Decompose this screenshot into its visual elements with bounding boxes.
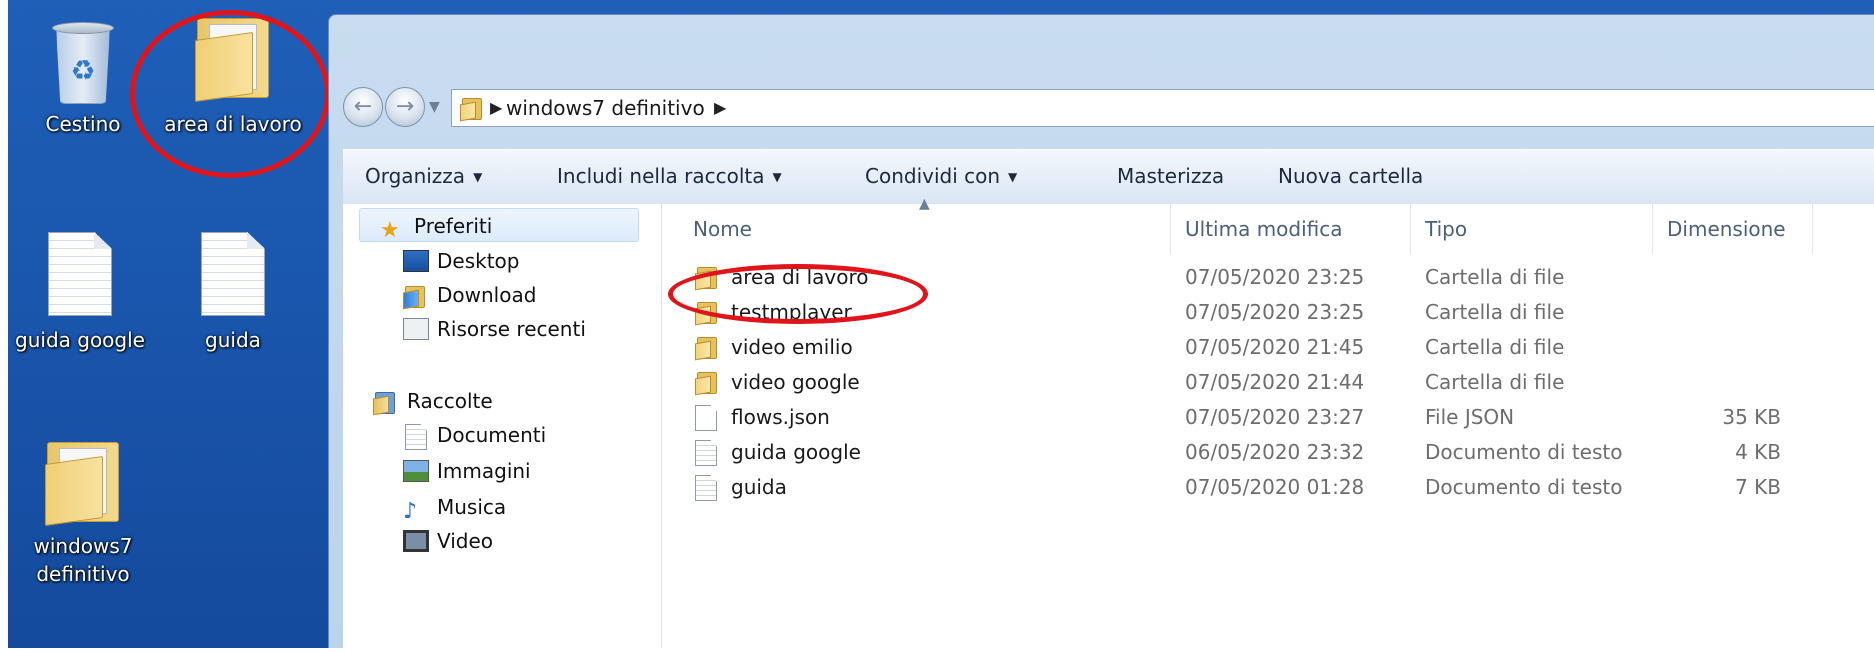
file-type-cell: Cartella di file <box>1425 300 1565 324</box>
file-name-cell: guida google <box>695 435 861 470</box>
annotation-circle <box>130 10 330 178</box>
file-name-cell: guida <box>695 470 787 505</box>
libraries-icon <box>373 390 399 416</box>
content-area: ★ Preferiti Desktop Download Risorse rece… <box>343 196 1874 649</box>
file-modified-cell: 06/05/2020 23:32 <box>1185 440 1365 464</box>
share-with-button[interactable]: Condividi con ▼ <box>865 164 1017 189</box>
recent-places-icon <box>403 318 429 340</box>
column-header-modified[interactable]: Ultima modifica <box>1171 204 1411 254</box>
column-header-size[interactable]: Dimensione <box>1653 204 1813 254</box>
screenshot-border <box>0 648 1874 652</box>
text-file-icon <box>695 440 719 466</box>
desktop-icon-label: windows7 definitivo <box>33 534 133 586</box>
desktop-icon-guida-google[interactable]: guida google <box>5 232 155 354</box>
folder-icon <box>695 370 719 396</box>
nav-item-libraries[interactable]: Raccolte <box>373 384 493 418</box>
column-header-name[interactable]: Nome <box>661 204 1171 254</box>
file-row[interactable]: guida 07/05/2020 01:28 Documento di test… <box>661 470 1874 505</box>
desktop-icon-label: guida <box>205 328 261 352</box>
nav-item-documents[interactable]: Documenti <box>403 418 546 452</box>
include-in-library-button[interactable]: Includi nella raccolta ▼ <box>557 164 782 189</box>
desktop-icon <box>403 250 429 272</box>
music-icon: ♪ <box>403 499 418 524</box>
file-type-cell: Cartella di file <box>1425 370 1565 394</box>
documents-icon <box>403 424 429 450</box>
column-header-type[interactable]: Tipo <box>1411 204 1653 254</box>
folder-icon <box>43 438 123 527</box>
file-row[interactable]: flows.json 07/05/2020 23:27 File JSON 35… <box>661 400 1874 435</box>
file-size-cell: 35 KB <box>1722 405 1781 429</box>
file-modified-cell: 07/05/2020 23:25 <box>1185 300 1365 324</box>
text-file-icon <box>201 232 265 316</box>
file-row[interactable]: video google 07/05/2020 21:44 Cartella d… <box>661 365 1874 400</box>
text-file-icon <box>48 232 112 316</box>
file-modified-cell: 07/05/2020 23:25 <box>1185 265 1365 289</box>
desktop-icon-label: guida google <box>15 328 145 352</box>
folder-icon <box>695 335 719 361</box>
nav-item-favorites[interactable]: ★ Preferiti <box>359 208 639 242</box>
file-name-cell: video google <box>695 365 860 400</box>
file-type-cell: Documento di testo <box>1425 440 1623 464</box>
file-modified-cell: 07/05/2020 21:45 <box>1185 335 1365 359</box>
address-bar-row: ← → ▼ ▶ windows7 definitivo ▶ <box>339 83 1874 129</box>
address-bar[interactable]: ▶ windows7 definitivo ▶ <box>451 89 1874 127</box>
video-icon <box>403 530 429 552</box>
new-folder-button[interactable]: Nuova cartella <box>1278 164 1423 188</box>
back-button[interactable]: ← <box>343 87 383 127</box>
nav-item-music[interactable]: ♪ Musica <box>403 490 506 524</box>
file-size-cell: 4 KB <box>1735 440 1781 464</box>
file-modified-cell: 07/05/2020 21:44 <box>1185 370 1365 394</box>
desktop-icon-windows7-definitivo[interactable]: windows7 definitivo <box>8 438 158 588</box>
organize-button[interactable]: Organizza ▼ <box>365 164 482 189</box>
file-icon <box>695 405 719 431</box>
navigation-pane: ★ Preferiti Desktop Download Risorse rece… <box>343 204 662 649</box>
file-name-cell: video emilio <box>695 330 853 365</box>
desktop-icon-guida[interactable]: guida <box>158 232 308 354</box>
folder-icon <box>460 96 484 122</box>
explorer-window: ← → ▼ ▶ windows7 definitivo ▶ Organizza ▼… <box>328 14 1874 649</box>
file-name-cell: flows.json <box>695 400 830 435</box>
file-type-cell: Documento di testo <box>1425 475 1623 499</box>
file-type-cell: Cartella di file <box>1425 335 1565 359</box>
nav-item-desktop[interactable]: Desktop <box>403 244 519 278</box>
nav-item-video[interactable]: Video <box>403 524 493 558</box>
chevron-down-icon: ▼ <box>473 170 483 184</box>
file-type-cell: File JSON <box>1425 405 1515 429</box>
text-file-icon <box>695 475 719 501</box>
annotation-circle <box>668 264 928 324</box>
chevron-down-icon: ▼ <box>1008 170 1018 184</box>
file-row[interactable]: guida google 06/05/2020 23:32 Documento … <box>661 435 1874 470</box>
nav-item-download[interactable]: Download <box>403 278 536 312</box>
nav-item-images[interactable]: Immagini <box>403 454 531 488</box>
star-icon: ★ <box>380 218 400 243</box>
arrow-left-icon: ← <box>353 94 373 119</box>
file-type-cell: Cartella di file <box>1425 265 1565 289</box>
download-folder-icon <box>403 284 429 310</box>
file-row[interactable]: video emilio 07/05/2020 21:45 Cartella d… <box>661 330 1874 365</box>
recycle-bin-icon: ♻ <box>52 22 114 106</box>
forward-button[interactable]: → <box>385 87 425 127</box>
nav-item-recent[interactable]: Risorse recenti <box>403 312 586 346</box>
arrow-right-icon: → <box>395 94 415 119</box>
file-modified-cell: 07/05/2020 23:27 <box>1185 405 1365 429</box>
chevron-down-icon: ▼ <box>772 170 782 184</box>
recent-pages-dropdown-icon[interactable]: ▼ <box>429 99 440 115</box>
breadcrumb-item[interactable]: windows7 definitivo <box>506 96 705 120</box>
breadcrumb-chevron-icon[interactable]: ▶ <box>490 96 502 120</box>
breadcrumb-chevron-icon[interactable]: ▶ <box>714 96 726 120</box>
command-bar: Organizza ▼ Includi nella raccolta ▼ Condi… <box>343 149 1874 205</box>
images-icon <box>403 460 429 482</box>
burn-button[interactable]: Masterizza <box>1117 164 1224 188</box>
file-modified-cell: 07/05/2020 01:28 <box>1185 475 1365 499</box>
file-size-cell: 7 KB <box>1735 475 1781 499</box>
